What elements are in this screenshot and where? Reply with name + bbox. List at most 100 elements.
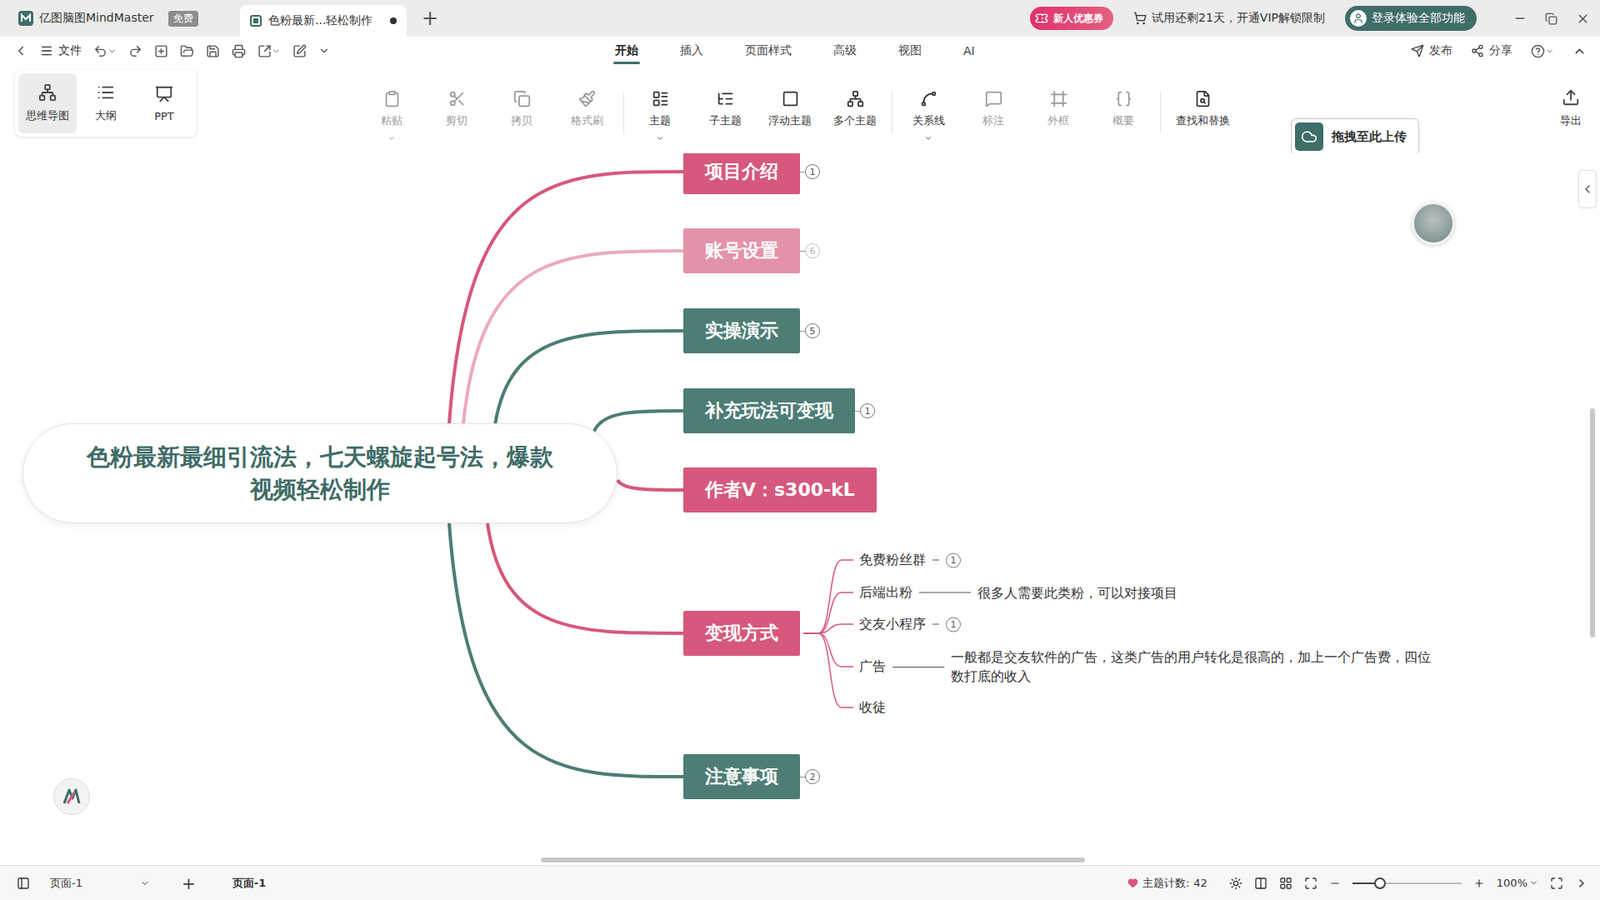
new-file-icon[interactable] [154, 44, 169, 59]
branch-topic[interactable]: 变现方式 [683, 610, 800, 656]
tool-button[interactable]: 标注 [960, 65, 1026, 129]
view-button[interactable]: 大纲 [76, 73, 135, 134]
branch-label[interactable]: 注意事项 [683, 754, 800, 800]
tool-button[interactable]: 格式刷 [554, 65, 620, 129]
menu-tab[interactable]: 插入 [665, 36, 719, 65]
branch-label[interactable]: 项目介绍 [683, 153, 800, 195]
zoom-in-icon[interactable] [1473, 877, 1485, 890]
collapse-count-badge[interactable]: 1 [945, 616, 961, 632]
subtopic[interactable]: 交友小程序1 [859, 615, 961, 634]
branch-topic[interactable]: 账号设置 6 [683, 228, 820, 274]
open-folder-icon[interactable] [180, 44, 195, 59]
menu-tab[interactable]: 页面样式 [730, 36, 807, 65]
document-tab[interactable]: 色粉最新...轻松制作 [240, 5, 407, 37]
share-button[interactable]: 分享 [1470, 43, 1513, 59]
tool-button[interactable]: 剪切 [424, 65, 490, 129]
tool-button[interactable]: 外框 [1025, 65, 1091, 129]
side-panel-toggle[interactable] [1578, 170, 1597, 209]
theme-icon[interactable] [1229, 876, 1243, 890]
print-icon[interactable] [231, 44, 246, 59]
fit-icon[interactable] [1304, 876, 1318, 890]
more-icon[interactable] [318, 45, 330, 57]
export-menu-button[interactable] [257, 44, 281, 59]
add-page-button[interactable]: + [181, 873, 196, 894]
branch-topic[interactable]: 作者V：s300-kL [683, 467, 877, 513]
subtopic-note[interactable]: 一般都是交友软件的广告，这类广告的用户转化是很高的，加上一个广告费，四位数打底的… [950, 647, 1431, 686]
subtopic[interactable]: 免费粉丝群1 [859, 551, 961, 570]
app-tab[interactable]: 亿图脑图MindMaster免费 [0, 0, 240, 37]
menu-tab[interactable]: AI [948, 36, 990, 65]
file-menu[interactable]: 文件 [40, 43, 82, 59]
save-icon[interactable] [205, 44, 220, 59]
trial-notice[interactable]: 试用还剩21天，开通VIP解锁限制 [1133, 10, 1325, 26]
tool-button[interactable]: 多个主题 [822, 65, 888, 129]
export-icon [1561, 88, 1580, 107]
back-icon[interactable] [13, 43, 29, 59]
view-button[interactable]: PPT [135, 73, 194, 134]
view-button[interactable]: 思维导图 [18, 73, 77, 134]
assistant-logo[interactable] [53, 778, 90, 815]
subtopic[interactable]: 收徒 [859, 699, 886, 717]
page-tab[interactable]: 页面-1 [227, 872, 271, 895]
dropdown-caret-icon [924, 134, 933, 143]
zoom-slider[interactable] [1352, 882, 1462, 885]
close-icon[interactable] [1575, 11, 1590, 26]
collapse-status-icon[interactable] [1575, 876, 1589, 890]
tool-button[interactable]: 粘贴 [359, 65, 425, 143]
zoom-value[interactable]: 100% [1496, 876, 1539, 890]
collapse-count-badge[interactable]: 5 [805, 323, 820, 339]
collapse-count-badge[interactable]: 2 [805, 769, 820, 785]
grid-icon[interactable] [1279, 876, 1293, 890]
minimize-icon[interactable] [1513, 11, 1527, 25]
collapse-count-badge[interactable]: 1 [805, 164, 820, 180]
restore-icon[interactable] [1545, 12, 1558, 25]
page-panel-icon[interactable] [16, 876, 30, 890]
subtopic[interactable]: 广告一般都是交友软件的广告，这类广告的用户转化是很高的，加上一个广告费，四位数打… [859, 647, 1431, 686]
tool-icon [448, 90, 466, 108]
subtopic-note[interactable]: 很多人需要此类粉，可以对接项目 [977, 583, 1178, 603]
fullscreen-icon[interactable] [1550, 876, 1564, 890]
help-button[interactable] [1530, 44, 1555, 59]
collapse-ribbon-icon[interactable] [1572, 44, 1587, 59]
tool-button[interactable]: 子主题 [692, 65, 758, 129]
floating-assistant[interactable] [1411, 201, 1455, 245]
vertical-scrollbar[interactable] [1590, 408, 1595, 638]
branch-label[interactable]: 补充玩法可变现 [683, 388, 855, 434]
branch-label[interactable]: 账号设置 [683, 228, 800, 274]
mindmap-canvas[interactable]: 色粉最新最细引流法，七天螺旋起号法，爆款视频轻松制作 项目介绍 1 账号设置 6 实操演示… [0, 153, 1600, 865]
coupon-button[interactable]: 新人优惠券 [1030, 6, 1114, 30]
page-select[interactable]: 页面-1 [50, 875, 150, 891]
export-button[interactable]: 导出 [1560, 65, 1582, 129]
menu-tab[interactable]: 高级 [818, 36, 872, 65]
collapse-count-badge[interactable]: 1 [860, 403, 875, 419]
branch-label[interactable]: 变现方式 [683, 610, 800, 656]
tool-button[interactable]: 关系线 [895, 65, 961, 143]
tool-button[interactable]: 概要 [1090, 65, 1156, 129]
branch-topic[interactable]: 注意事项 2 [683, 754, 820, 800]
new-tab-button[interactable]: + [421, 8, 439, 29]
layout-icon[interactable] [1254, 876, 1268, 890]
horizontal-scrollbar[interactable] [540, 857, 1085, 863]
zoom-out-icon[interactable] [1329, 877, 1341, 890]
tool-button[interactable]: 查找和替换 [1164, 65, 1241, 129]
central-topic[interactable]: 色粉最新最细引流法，七天螺旋起号法，爆款视频轻松制作 [22, 423, 618, 524]
branch-topic[interactable]: 项目介绍 1 [683, 153, 820, 195]
tool-button[interactable]: 拷贝 [489, 65, 555, 129]
tool-button[interactable]: 主题 [627, 65, 693, 143]
branch-label[interactable]: 作者V：s300-kL [683, 467, 877, 513]
collapse-count-badge[interactable]: 1 [945, 552, 961, 568]
menu-tab[interactable]: 开始 [600, 36, 654, 65]
upload-button[interactable]: 拖拽至此上传 [1290, 118, 1420, 155]
redo-icon[interactable] [128, 44, 143, 59]
collapse-count-badge[interactable]: 6 [805, 243, 820, 259]
menu-tab[interactable]: 视图 [883, 36, 937, 65]
branch-topic[interactable]: 实操演示 5 [683, 308, 820, 354]
tool-button[interactable]: 浮动主题 [757, 65, 823, 129]
branch-label[interactable]: 实操演示 [683, 308, 800, 354]
login-button[interactable]: 登录体验全部功能 [1345, 5, 1477, 31]
undo-button[interactable] [93, 44, 117, 59]
edit-icon[interactable] [292, 44, 307, 59]
publish-button[interactable]: 发布 [1410, 43, 1453, 59]
subtopic[interactable]: 后端出粉很多人需要此类粉，可以对接项目 [859, 583, 1178, 603]
branch-topic[interactable]: 补充玩法可变现 1 [683, 388, 875, 434]
